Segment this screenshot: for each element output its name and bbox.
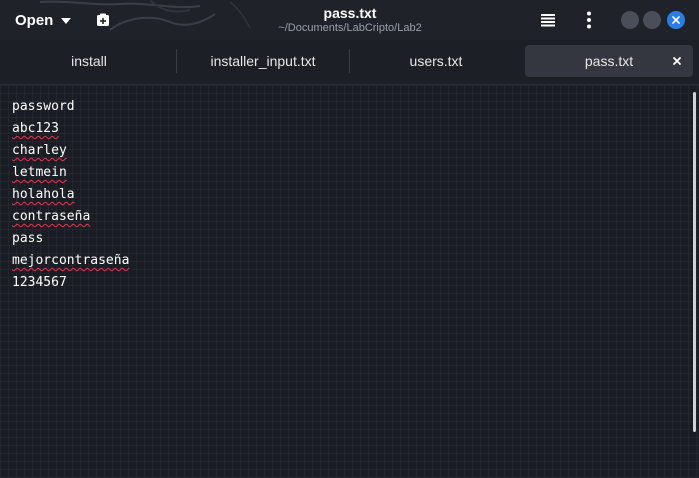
editor-line-text: pass: [12, 231, 44, 246]
new-document-icon: [97, 13, 109, 26]
editor-line[interactable]: 1234567: [12, 272, 129, 294]
editor-line-text: letmein: [12, 165, 67, 180]
open-button[interactable]: Open: [6, 6, 80, 34]
editor-line-text: 1234567: [12, 275, 67, 290]
close-icon: [673, 57, 681, 65]
tab-close-button[interactable]: [669, 53, 685, 69]
text-editor-area[interactable]: password abc123 charley letmein holahola…: [0, 85, 699, 478]
editor-line-text: charley: [12, 143, 67, 158]
editor-line-text: abc123: [12, 121, 59, 136]
tab-installer-input[interactable]: installer_input.txt: [178, 45, 348, 77]
close-window-button[interactable]: [667, 11, 685, 29]
tab-install[interactable]: install: [4, 45, 174, 77]
hamburger-menu-icon: [541, 14, 555, 27]
minimize-button[interactable]: [621, 11, 639, 29]
tab-label: users.txt: [409, 53, 463, 69]
text-editor-window: Open pass.txt ~/Documents/LabCripto/Lab2: [0, 0, 699, 478]
editor-line-text: mejorcontraseña: [12, 253, 130, 268]
vertical-ellipsis-icon: [587, 11, 591, 29]
tab-label: install: [71, 53, 107, 69]
new-document-button[interactable]: [88, 6, 118, 34]
file-path-subtitle: ~/Documents/LabCripto/Lab2: [278, 22, 422, 34]
close-icon: [672, 16, 680, 24]
header-bar: Open pass.txt ~/Documents/LabCripto/Lab2: [0, 0, 699, 40]
editor-lines: password abc123 charley letmein holahola…: [12, 96, 129, 294]
tab-pass[interactable]: pass.txt: [525, 45, 693, 77]
tab-divider: [349, 49, 350, 73]
tab-bar: install installer_input.txt users.txt pa…: [0, 40, 699, 85]
tab-label: installer_input.txt: [210, 53, 316, 69]
tab-label: pass.txt: [584, 53, 634, 69]
editor-line[interactable]: pass: [12, 228, 129, 250]
hamburger-menu-button[interactable]: [533, 6, 563, 34]
editor-line[interactable]: abc123: [12, 118, 129, 140]
editor-line[interactable]: contraseña: [12, 206, 129, 228]
window-title-block: pass.txt ~/Documents/LabCripto/Lab2: [220, 5, 480, 36]
tab-divider: [176, 49, 177, 73]
editor-line-text: contraseña: [12, 209, 91, 224]
editor-line-text: password: [12, 99, 75, 114]
maximize-button[interactable]: [643, 11, 661, 29]
chevron-down-icon: [61, 18, 72, 24]
editor-line-text: holahola: [12, 187, 75, 202]
more-options-button[interactable]: [574, 6, 604, 34]
editor-line[interactable]: holahola: [12, 184, 129, 206]
editor-line[interactable]: mejorcontraseña: [12, 250, 129, 272]
tab-users[interactable]: users.txt: [351, 45, 521, 77]
window-title: pass.txt: [323, 5, 377, 21]
editor-line[interactable]: charley: [12, 140, 129, 162]
editor-line[interactable]: password: [12, 96, 129, 118]
editor-line[interactable]: letmein: [12, 162, 129, 184]
open-button-label: Open: [15, 11, 54, 29]
vertical-scrollbar[interactable]: [693, 92, 696, 432]
